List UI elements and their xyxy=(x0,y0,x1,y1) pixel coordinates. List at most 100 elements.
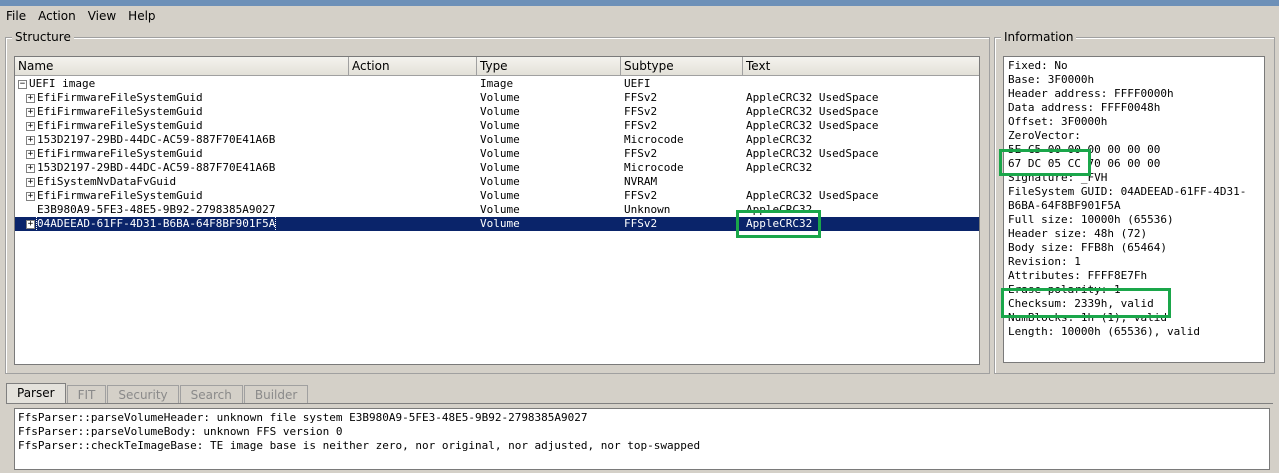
tree-row[interactable]: +153D2197-29BD-44DC-AC59-887F70E41A6B Vo… xyxy=(15,133,979,147)
row-action xyxy=(349,217,477,231)
row-action xyxy=(349,161,477,175)
info-line: Revision: 1 xyxy=(1008,255,1081,268)
row-type: Volume xyxy=(480,175,520,188)
expand-icon[interactable]: + xyxy=(26,149,35,159)
tree-row[interactable]: E3B980A9-5FE3-48E5-9B92-2798385A9027 Vol… xyxy=(15,203,979,217)
row-type: Volume xyxy=(480,147,520,160)
info-line: NumBlocks: 1h (1), valid xyxy=(1008,311,1167,324)
tree-row[interactable]: + EfiSystemNvDataFvGuid Volume NVRAM xyxy=(15,175,979,189)
message-item[interactable]: FfsParser::parseVolumeBody: unknown FFS … xyxy=(18,425,1266,439)
row-type: Volume xyxy=(480,203,520,216)
message-panel: FfsParser::parseVolumeHeader: unknown fi… xyxy=(6,403,1273,473)
column-header-action[interactable]: Action xyxy=(349,57,477,75)
row-action xyxy=(349,189,477,203)
info-line: 67 DC 05 CC 70 06 00 00 xyxy=(1008,157,1161,170)
message-item[interactable]: FfsParser::checkTeImageBase: TE image ba… xyxy=(18,439,1266,453)
row-subtype: FFSv2 xyxy=(624,189,658,202)
row-text: AppleCRC32 xyxy=(746,217,813,230)
row-subtype: FFSv2 xyxy=(624,119,658,132)
row-text xyxy=(743,77,979,91)
row-subtype: UEFI xyxy=(624,77,651,90)
row-action xyxy=(349,203,477,217)
row-name: EfiFirmwareFileSystemGuid xyxy=(37,91,203,104)
column-header-text[interactable]: Text xyxy=(743,57,979,75)
tree-row-selected[interactable]: +04ADEEAD-61FF-4D31-B6BA-64F8BF901F5A Vo… xyxy=(15,217,979,231)
message-item[interactable]: FfsParser::parseVolumeHeader: unknown fi… xyxy=(18,411,1266,425)
info-line: ZeroVector: xyxy=(1008,129,1081,142)
bottom-tab-bar: Parser FIT Security Search Builder xyxy=(6,383,309,404)
row-type: Volume xyxy=(480,105,520,118)
information-group: Information Fixed: No Base: 3F0000h Head… xyxy=(994,30,1275,374)
row-subtype: Microcode xyxy=(624,161,684,174)
tree-row[interactable]: + EfiFirmwareFileSystemGuid Volume FFSv2 … xyxy=(15,189,979,203)
expand-icon[interactable]: + xyxy=(26,219,35,229)
row-type: Image xyxy=(480,77,514,90)
menu-help[interactable]: Help xyxy=(122,9,161,23)
expand-icon[interactable]: + xyxy=(26,135,35,145)
expand-icon[interactable]: + xyxy=(26,163,35,173)
tree-row[interactable]: + EfiFirmwareFileSystemGuid Volume FFSv2 … xyxy=(15,105,979,119)
row-name: UEFI image xyxy=(29,77,96,90)
tree-row[interactable]: + EfiFirmwareFileSystemGuid Volume FFSv2 … xyxy=(15,91,979,105)
row-name: EfiFirmwareFileSystemGuid xyxy=(37,105,203,118)
collapse-icon[interactable]: − xyxy=(18,79,27,89)
row-name: EfiFirmwareFileSystemGuid xyxy=(37,119,203,132)
row-subtype: FFSv2 xyxy=(624,91,658,104)
tab-fit[interactable]: FIT xyxy=(66,385,107,404)
tree-row[interactable]: + EfiFirmwareFileSystemGuid Volume FFSv2 … xyxy=(15,119,979,133)
row-action xyxy=(349,105,477,119)
row-text: AppleCRC32 xyxy=(746,133,813,146)
row-type: Volume xyxy=(480,189,520,202)
row-action xyxy=(349,133,477,147)
column-header-subtype[interactable]: Subtype xyxy=(621,57,743,75)
info-line: Checksum: 2339h, valid xyxy=(1008,297,1154,310)
menu-view[interactable]: View xyxy=(82,9,122,23)
row-text: AppleCRC32 UsedSpace xyxy=(746,189,879,202)
tab-search[interactable]: Search xyxy=(179,385,243,404)
structure-tree[interactable]: Name Action Type Subtype Text − UEFI imag… xyxy=(14,56,980,365)
info-line: Header size: 48h (72) xyxy=(1008,227,1148,240)
tab-parser[interactable]: Parser xyxy=(6,383,66,404)
row-text xyxy=(743,175,979,189)
parser-message-list[interactable]: FfsParser::parseVolumeHeader: unknown fi… xyxy=(14,408,1270,470)
tab-security[interactable]: Security xyxy=(107,385,179,404)
tree-row[interactable]: + EfiFirmwareFileSystemGuid Volume FFSv2 … xyxy=(15,147,979,161)
tree-row[interactable]: − UEFI image Image UEFI xyxy=(15,77,979,91)
row-subtype: FFSv2 xyxy=(624,147,658,160)
information-text[interactable]: Fixed: No Base: 3F0000h Header address: … xyxy=(1003,56,1265,363)
tree-row[interactable]: +153D2197-29BD-44DC-AC59-887F70E41A6B Vo… xyxy=(15,161,979,175)
row-action xyxy=(349,119,477,133)
row-type: Volume xyxy=(480,217,520,230)
info-line: Offset: 3F0000h xyxy=(1008,115,1108,128)
row-name: 153D2197-29BD-44DC-AC59-887F70E41A6B xyxy=(37,133,276,146)
info-line: Data address: FFFF0048h xyxy=(1008,101,1161,114)
structure-group: Structure Name Action Type Subtype Text … xyxy=(5,30,990,374)
row-name: 153D2197-29BD-44DC-AC59-887F70E41A6B xyxy=(37,161,276,174)
info-line: Fixed: No xyxy=(1008,59,1068,72)
expand-icon[interactable]: + xyxy=(26,93,35,103)
menu-action[interactable]: Action xyxy=(32,9,82,23)
expand-icon[interactable]: + xyxy=(26,107,35,117)
row-name: EfiFirmwareFileSystemGuid xyxy=(37,189,203,202)
expand-icon[interactable]: + xyxy=(26,177,35,187)
menu-bar: File Action View Help xyxy=(0,6,1279,26)
row-text: AppleCRC32 UsedSpace xyxy=(746,105,879,118)
row-subtype: Unknown xyxy=(624,203,671,216)
row-text: AppleCRC32 UsedSpace xyxy=(746,147,879,160)
menu-file[interactable]: File xyxy=(0,9,32,23)
row-action xyxy=(349,175,477,189)
row-type: Volume xyxy=(480,119,520,132)
row-name: EfiSystemNvDataFvGuid xyxy=(37,175,177,188)
info-line: Header address: FFFF0000h xyxy=(1008,87,1174,100)
tab-builder[interactable]: Builder xyxy=(243,385,309,404)
row-type: Volume xyxy=(480,161,520,174)
expand-icon[interactable]: + xyxy=(26,121,35,131)
row-text: AppleCRC32 xyxy=(746,161,813,174)
info-line: B6BA-64F8BF901F5A xyxy=(1008,199,1121,212)
row-subtype: NVRAM xyxy=(624,175,658,188)
row-text: AppleCRC32 xyxy=(746,203,813,216)
column-header-type[interactable]: Type xyxy=(477,57,621,75)
column-header-name[interactable]: Name xyxy=(15,57,349,75)
info-line: Base: 3F0000h xyxy=(1008,73,1095,86)
expand-icon[interactable]: + xyxy=(26,191,35,201)
